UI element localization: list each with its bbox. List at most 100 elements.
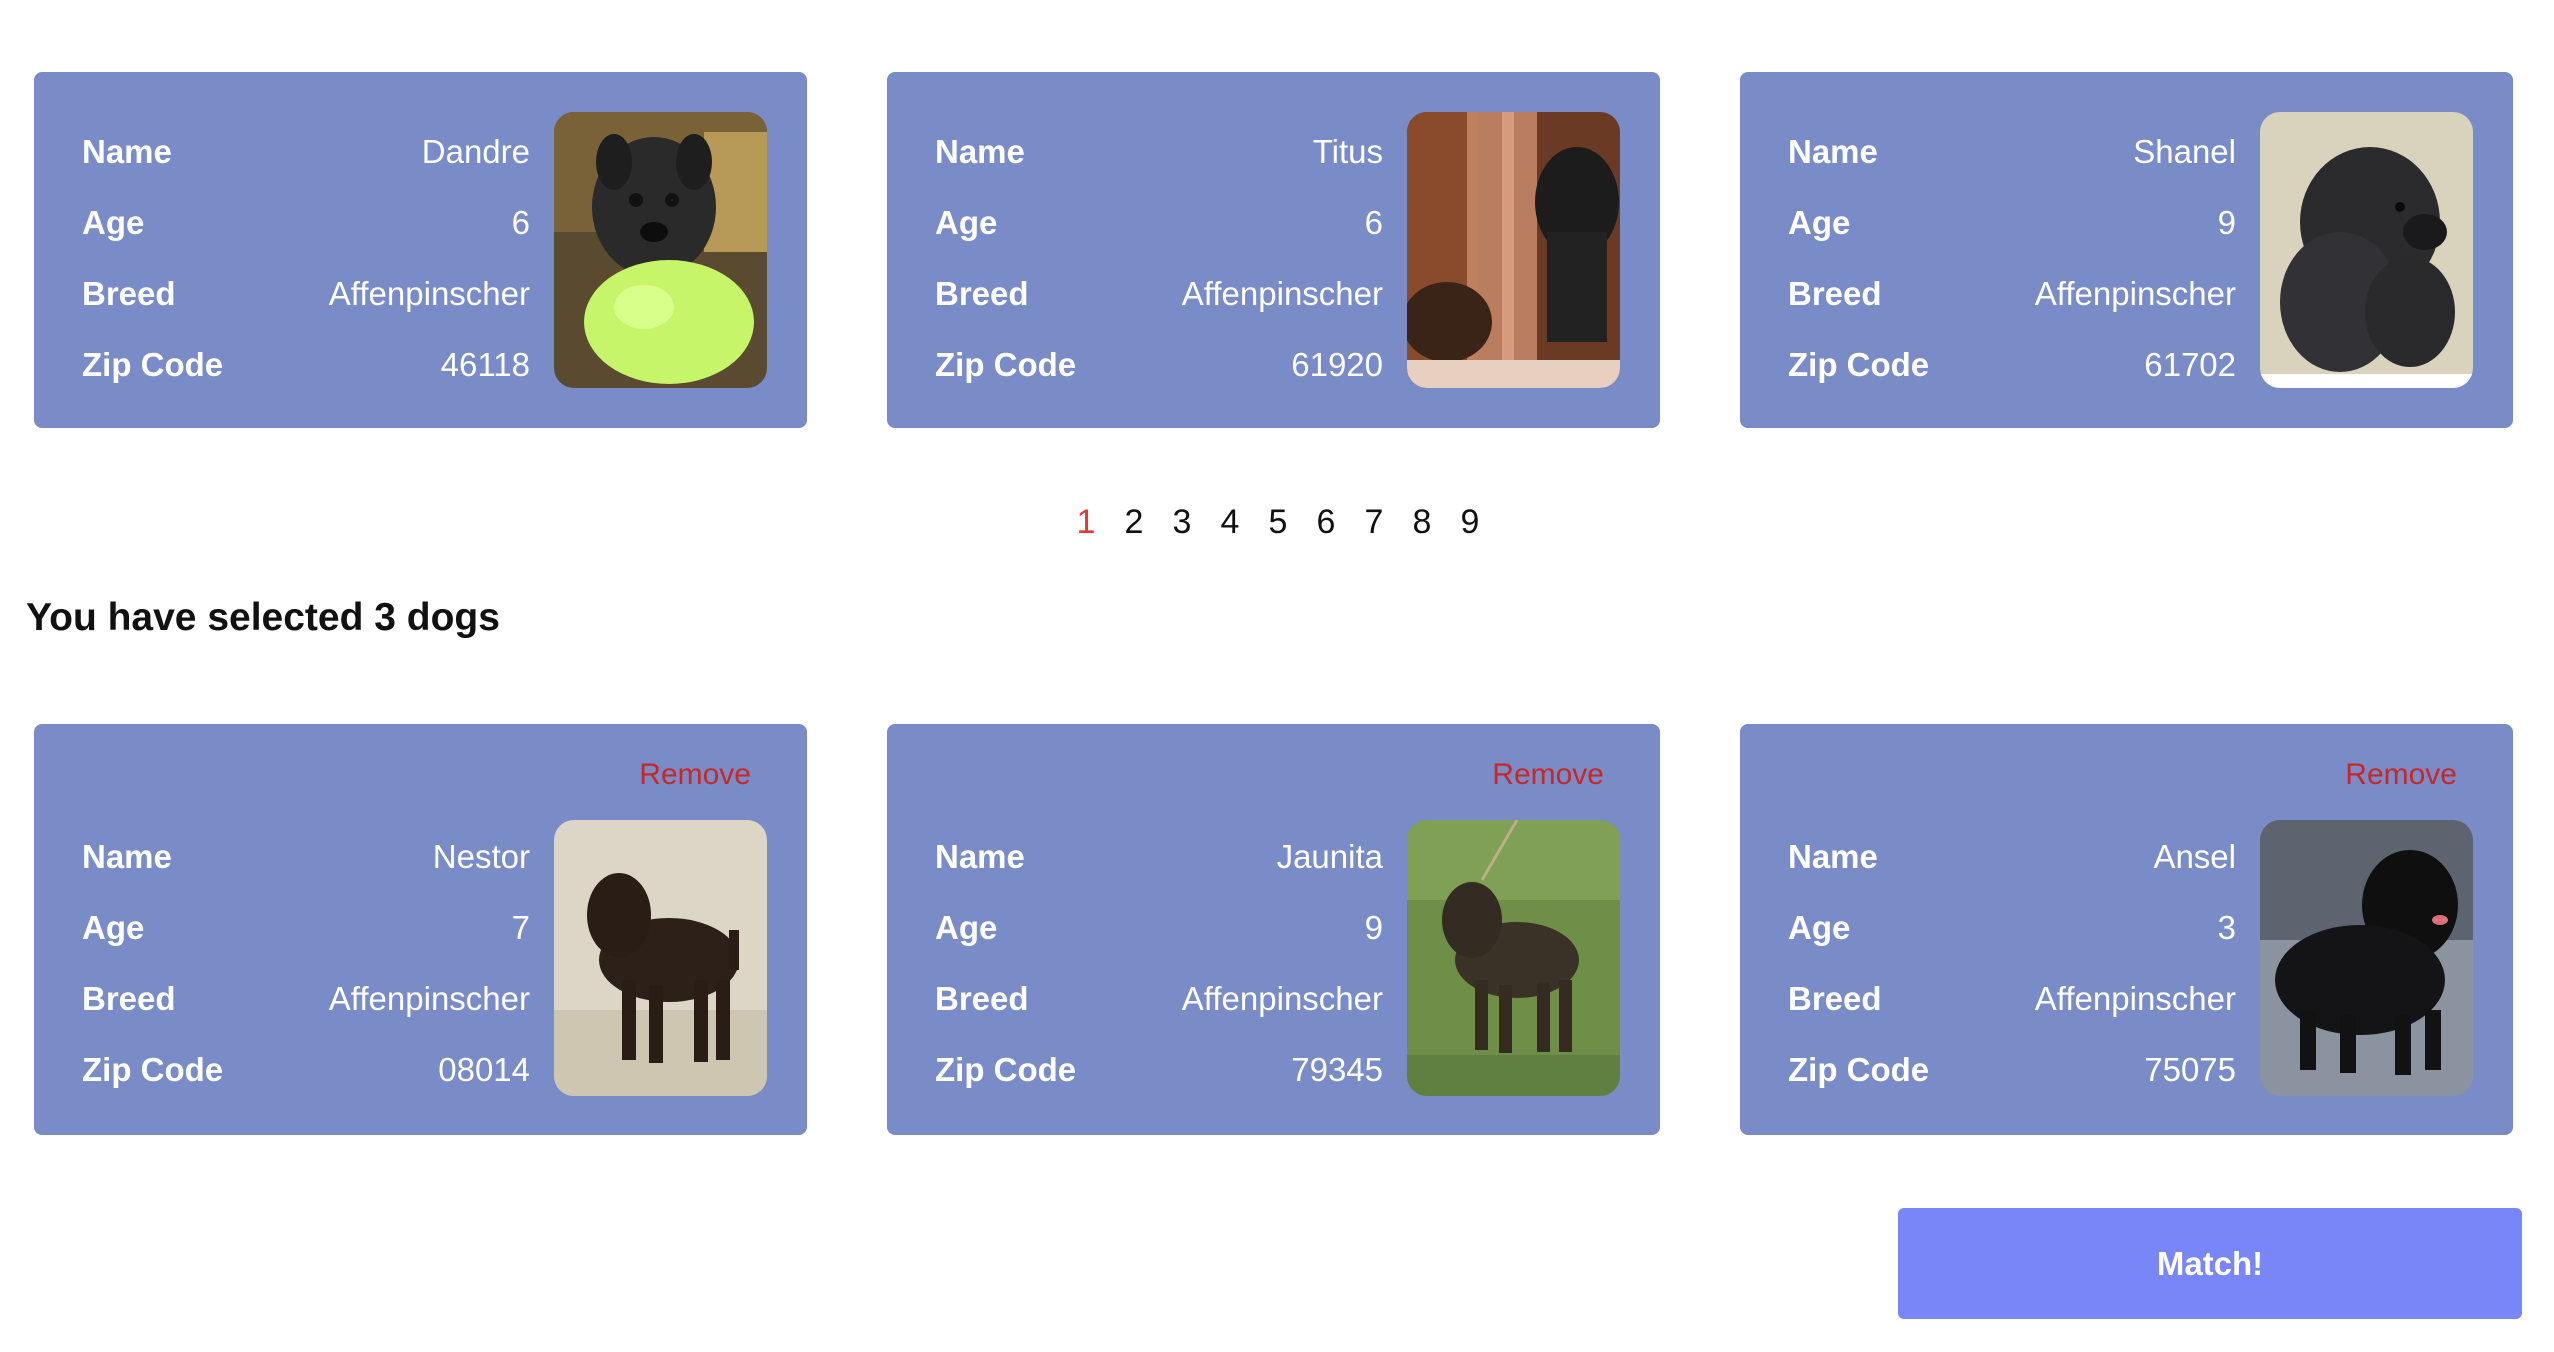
age-value: 9 <box>1364 908 1383 946</box>
name-label: Name <box>935 132 1025 170</box>
zip-label: Zip Code <box>1788 345 1930 383</box>
breed-value: Affenpinscher <box>2034 979 2236 1017</box>
zip-row: Zip Code 61702 <box>1788 329 2236 400</box>
breed-label: Breed <box>1788 274 1882 312</box>
remove-button[interactable]: Remove <box>1492 758 1604 792</box>
age-value: 3 <box>2217 908 2236 946</box>
zip-row: Zip Code 61920 <box>935 329 1383 400</box>
dog-search-page: Name Dandre Age 6 Breed Affenpinscher Zi… <box>0 0 2554 1352</box>
results-grid: Name Dandre Age 6 Breed Affenpinscher Zi… <box>34 72 2513 428</box>
age-row: Age 6 <box>935 187 1383 258</box>
breed-row: Breed Affenpinscher <box>82 963 530 1034</box>
name-label: Name <box>82 132 172 170</box>
age-row: Age 6 <box>82 187 530 258</box>
selected-dog-card: Remove Name Jaunita Age 9 Breed Affenpin… <box>887 724 1660 1135</box>
name-row: Name Ansel <box>1788 821 2236 892</box>
remove-button[interactable]: Remove <box>639 758 751 792</box>
name-value: Jaunita <box>1276 837 1383 875</box>
age-label: Age <box>935 203 998 241</box>
selected-heading: You have selected 3 dogs <box>26 596 500 639</box>
breed-row: Breed Affenpinscher <box>1788 963 2236 1034</box>
zip-label: Zip Code <box>935 1050 1077 1088</box>
dog-photo <box>554 112 767 388</box>
name-row: Name Nestor <box>82 821 530 892</box>
zip-value: 46118 <box>440 345 530 383</box>
age-row: Age 3 <box>1788 892 2236 963</box>
name-row: Name Titus <box>935 116 1383 187</box>
zip-value: 08014 <box>438 1050 530 1088</box>
age-value: 9 <box>2217 203 2236 241</box>
age-label: Age <box>935 908 998 946</box>
breed-row: Breed Affenpinscher <box>935 258 1383 329</box>
breed-value: Affenpinscher <box>1181 274 1383 312</box>
zip-row: Zip Code 79345 <box>935 1034 1383 1105</box>
page-link-2[interactable]: 2 <box>1110 503 1158 542</box>
breed-value: Affenpinscher <box>328 274 530 312</box>
page-link-8[interactable]: 8 <box>1398 503 1446 542</box>
page-link-9[interactable]: 9 <box>1446 503 1494 542</box>
zip-value: 61702 <box>2144 345 2236 383</box>
zip-row: Zip Code 08014 <box>82 1034 530 1105</box>
pagination: 1 2 3 4 5 6 7 8 9 <box>0 503 2554 542</box>
age-row: Age 7 <box>82 892 530 963</box>
page-link-6[interactable]: 6 <box>1302 503 1350 542</box>
name-row: Name Dandre <box>82 116 530 187</box>
breed-row: Breed Affenpinscher <box>82 258 530 329</box>
zip-label: Zip Code <box>82 1050 224 1088</box>
dog-info: Name Jaunita Age 9 Breed Affenpinscher Z… <box>935 821 1383 1105</box>
zip-value: 75075 <box>2144 1050 2236 1088</box>
dog-card[interactable]: Name Titus Age 6 Breed Affenpinscher Zip… <box>887 72 1660 428</box>
breed-row: Breed Affenpinscher <box>935 963 1383 1034</box>
dog-card[interactable]: Name Shanel Age 9 Breed Affenpinscher Zi… <box>1740 72 2513 428</box>
name-label: Name <box>1788 132 1878 170</box>
page-link-4[interactable]: 4 <box>1206 503 1254 542</box>
dog-photo <box>1407 820 1620 1096</box>
dog-photo <box>2260 112 2473 388</box>
page-link-5[interactable]: 5 <box>1254 503 1302 542</box>
age-label: Age <box>82 203 145 241</box>
breed-label: Breed <box>935 979 1029 1017</box>
age-value: 7 <box>511 908 530 946</box>
zip-label: Zip Code <box>1788 1050 1930 1088</box>
selected-dog-card: Remove Name Nestor Age 7 Breed Affenpins… <box>34 724 807 1135</box>
age-value: 6 <box>1364 203 1383 241</box>
match-button[interactable]: Match! <box>1898 1208 2522 1319</box>
page-link-3[interactable]: 3 <box>1158 503 1206 542</box>
dog-info: Name Dandre Age 6 Breed Affenpinscher Zi… <box>82 116 530 400</box>
page-link-7[interactable]: 7 <box>1350 503 1398 542</box>
name-value: Dandre <box>421 132 530 170</box>
breed-label: Breed <box>1788 979 1882 1017</box>
zip-label: Zip Code <box>82 345 224 383</box>
breed-value: Affenpinscher <box>1181 979 1383 1017</box>
breed-row: Breed Affenpinscher <box>1788 258 2236 329</box>
name-row: Name Shanel <box>1788 116 2236 187</box>
zip-label: Zip Code <box>935 345 1077 383</box>
name-value: Ansel <box>2153 837 2236 875</box>
age-row: Age 9 <box>1788 187 2236 258</box>
name-value: Titus <box>1312 132 1383 170</box>
name-label: Name <box>935 837 1025 875</box>
age-row: Age 9 <box>935 892 1383 963</box>
dog-info: Name Shanel Age 9 Breed Affenpinscher Zi… <box>1788 116 2236 400</box>
age-label: Age <box>1788 908 1851 946</box>
dog-card[interactable]: Name Dandre Age 6 Breed Affenpinscher Zi… <box>34 72 807 428</box>
selected-dog-card: Remove Name Ansel Age 3 Breed Affenpinsc… <box>1740 724 2513 1135</box>
age-label: Age <box>1788 203 1851 241</box>
breed-label: Breed <box>935 274 1029 312</box>
breed-label: Breed <box>82 274 176 312</box>
breed-label: Breed <box>82 979 176 1017</box>
selected-grid: Remove Name Nestor Age 7 Breed Affenpins… <box>34 724 2513 1135</box>
name-value: Nestor <box>432 837 530 875</box>
age-label: Age <box>82 908 145 946</box>
dog-photo <box>554 820 767 1096</box>
name-row: Name Jaunita <box>935 821 1383 892</box>
zip-value: 79345 <box>1291 1050 1383 1088</box>
zip-value: 61920 <box>1291 345 1383 383</box>
breed-value: Affenpinscher <box>328 979 530 1017</box>
remove-button[interactable]: Remove <box>2345 758 2457 792</box>
breed-value: Affenpinscher <box>2034 274 2236 312</box>
zip-row: Zip Code 75075 <box>1788 1034 2236 1105</box>
zip-row: Zip Code 46118 <box>82 329 530 400</box>
dog-photo <box>1407 112 1620 388</box>
page-link-1[interactable]: 1 <box>1062 503 1110 542</box>
